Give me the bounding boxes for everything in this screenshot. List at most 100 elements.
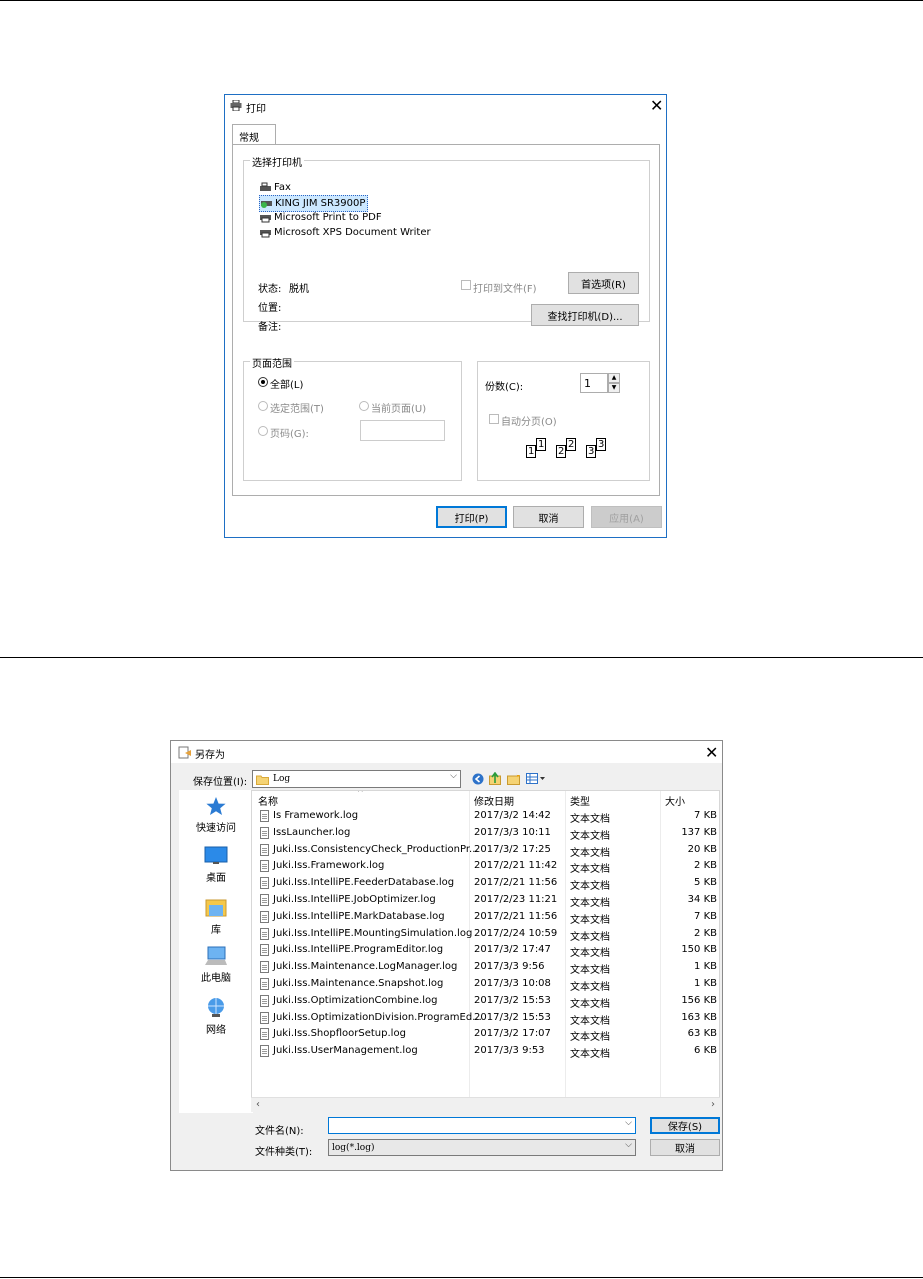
- collate-checkbox[interactable]: [489, 414, 499, 424]
- column-header-date[interactable]: 修改日期: [474, 793, 514, 808]
- table-row[interactable]: Juki.Iss.Maintenance.LogManager.log 2017/…: [252, 959, 719, 976]
- file-date: 2017/2/21 11:42: [474, 860, 558, 872]
- close-icon[interactable]: ✕: [705, 745, 718, 761]
- file-size: 63 KB: [687, 1028, 717, 1040]
- status-label: 状态:: [258, 284, 282, 295]
- table-row[interactable]: Juki.Iss.ShopfloorSetup.log 2017/3/2 17:0…: [252, 1026, 719, 1043]
- print-button[interactable]: 打印(P): [436, 506, 507, 528]
- file-type: 文本文档: [570, 914, 610, 926]
- table-row[interactable]: Juki.Iss.IntelliPE.ProgramEditor.log 2017…: [252, 942, 719, 959]
- cancel-button[interactable]: 取消: [513, 506, 584, 528]
- table-row[interactable]: Juki.Iss.UserManagement.log 2017/3/3 9:53…: [252, 1043, 719, 1060]
- preferences-button[interactable]: 首选项(R): [568, 272, 639, 294]
- text-file-icon: [260, 810, 269, 822]
- copies-input[interactable]: 1: [580, 373, 608, 393]
- file-size: 156 KB: [681, 994, 717, 1006]
- filename-label: 文件名(N):: [255, 1126, 304, 1137]
- up-folder-icon[interactable]: [489, 772, 501, 785]
- table-row[interactable]: Juki.Iss.ConsistencyCheck_ProductionPr..…: [252, 842, 719, 859]
- filetype-select[interactable]: log(*.log) ⌵: [328, 1139, 636, 1156]
- filetype-label: 文件种类(T):: [255, 1147, 313, 1158]
- printer-list[interactable]: Fax KING JIM SR3900P Microsoft Print to …: [259, 180, 479, 250]
- file-type: 文本文档: [570, 965, 610, 977]
- file-size: 150 KB: [681, 944, 717, 956]
- middle-rule: [0, 657, 923, 658]
- file-size: 6 KB: [694, 1045, 717, 1057]
- print-to-file-checkbox[interactable]: [461, 280, 471, 290]
- text-file-icon: [260, 826, 269, 839]
- new-folder-icon[interactable]: [507, 772, 520, 785]
- place-label: 库: [211, 925, 221, 936]
- save-in-label: 保存位置(I):: [193, 777, 248, 788]
- printer-name: Microsoft XPS Document Writer: [274, 227, 431, 238]
- tab-general[interactable]: 常规: [232, 124, 276, 145]
- table-row[interactable]: Juki.Iss.OptimizationDivision.ProgramEd.…: [252, 1010, 719, 1027]
- file-name: Juki.Iss.ConsistencyCheck_ProductionPr..…: [273, 843, 479, 855]
- find-printer-button[interactable]: 查找打印机(D)...: [531, 304, 639, 326]
- column-header-type[interactable]: 类型: [570, 793, 590, 808]
- printer-item-fax[interactable]: Fax: [259, 180, 291, 195]
- close-icon[interactable]: ✕: [650, 98, 663, 114]
- file-name: Juki.Iss.ShopfloorSetup.log: [273, 1028, 406, 1040]
- place-library[interactable]: 库: [179, 896, 253, 936]
- file-name: Juki.Iss.OptimizationDivision.ProgramEd.…: [273, 1011, 482, 1023]
- page-range-input[interactable]: [360, 420, 445, 441]
- range-selection-radio[interactable]: [258, 401, 268, 411]
- status-value: 脱机: [289, 284, 309, 295]
- column-header-size[interactable]: 大小: [665, 793, 685, 808]
- place-this-pc[interactable]: 此电脑: [179, 946, 253, 984]
- save-in-combo[interactable]: Log ⌵: [252, 770, 461, 788]
- table-row[interactable]: Juki.Iss.IntelliPE.MarkDatabase.log 2017/…: [252, 909, 719, 926]
- printer-icon: [259, 227, 272, 238]
- file-date: 2017/3/2 17:47: [474, 944, 551, 956]
- table-row[interactable]: Juki.Iss.OptimizationCombine.log 2017/3/2…: [252, 993, 719, 1010]
- filename-input[interactable]: ⌵: [328, 1117, 636, 1134]
- file-list[interactable]: ^ 名称 修改日期 类型 大小 Is Framework.log 2017/3/2…: [251, 790, 720, 1111]
- text-file-icon: [260, 978, 269, 990]
- cancel-button[interactable]: 取消: [650, 1139, 720, 1156]
- file-date: 2017/3/2 15:53: [474, 1011, 551, 1023]
- column-header-name[interactable]: 名称: [258, 793, 278, 808]
- select-printer-label: 选择打印机: [250, 154, 304, 169]
- collate-label: 自动分页(O): [501, 417, 557, 428]
- comment-label: 备注:: [258, 322, 282, 333]
- table-row[interactable]: Juki.Iss.IntelliPE.JobOptimizer.log 2017/…: [252, 892, 719, 909]
- range-all-radio[interactable]: [258, 377, 268, 387]
- file-name: Juki.Iss.IntelliPE.JobOptimizer.log: [273, 894, 436, 905]
- file-size: 20 KB: [687, 843, 717, 855]
- file-name: Juki.Iss.OptimizationCombine.log: [273, 994, 438, 1006]
- place-desktop[interactable]: 桌面: [179, 846, 253, 884]
- table-row[interactable]: Is Framework.log 2017/3/2 14:42 文本文档 7 KB: [252, 808, 719, 825]
- chevron-down-icon: ⌵: [625, 1118, 632, 1128]
- back-icon[interactable]: [472, 773, 484, 785]
- printer-item-pdf[interactable]: Microsoft Print to PDF: [259, 210, 382, 225]
- view-menu-icon[interactable]: [526, 773, 546, 784]
- save-as-icon: [178, 746, 191, 759]
- printer-default-icon: [260, 198, 273, 209]
- range-pages-radio[interactable]: [258, 426, 268, 436]
- file-type: 文本文档: [570, 1049, 610, 1061]
- printer-icon: [259, 212, 272, 223]
- table-row[interactable]: Juki.Iss.Framework.log 2017/2/21 11:42 文本文…: [252, 858, 719, 875]
- save-button[interactable]: 保存(S): [650, 1117, 720, 1134]
- table-row[interactable]: Juki.Iss.IntelliPE.FeederDatabase.log 201…: [252, 875, 719, 892]
- file-name: Juki.Iss.Maintenance.Snapshot.log: [273, 978, 444, 989]
- copies-up-icon[interactable]: ▲: [608, 373, 620, 383]
- horizontal-scrollbar[interactable]: ‹ ›: [251, 1097, 720, 1112]
- table-row[interactable]: Juki.Iss.IntelliPE.MountingSimulation.lo…: [252, 926, 719, 943]
- place-quick-access[interactable]: 快速访问: [179, 796, 253, 834]
- table-row[interactable]: Juki.Iss.Maintenance.Snapshot.log 2017/3/…: [252, 976, 719, 993]
- table-row[interactable]: IssLauncher.log 2017/3/3 10:11 文本文档 137 KB: [252, 825, 719, 842]
- place-network[interactable]: 网络: [179, 996, 253, 1036]
- file-name: IssLauncher.log: [273, 826, 351, 838]
- scroll-left-icon[interactable]: ‹: [256, 1099, 260, 1110]
- place-label: 快速访问: [196, 823, 236, 834]
- title-bar: [171, 741, 722, 763]
- printer-item-xps[interactable]: Microsoft XPS Document Writer: [259, 225, 431, 240]
- copies-down-icon[interactable]: ▼: [608, 383, 620, 393]
- range-current-radio[interactable]: [359, 401, 369, 411]
- apply-button[interactable]: 应用(A): [591, 506, 662, 528]
- file-size: 7 KB: [694, 810, 717, 821]
- scroll-right-icon[interactable]: ›: [711, 1099, 715, 1110]
- file-type: 文本文档: [570, 998, 610, 1010]
